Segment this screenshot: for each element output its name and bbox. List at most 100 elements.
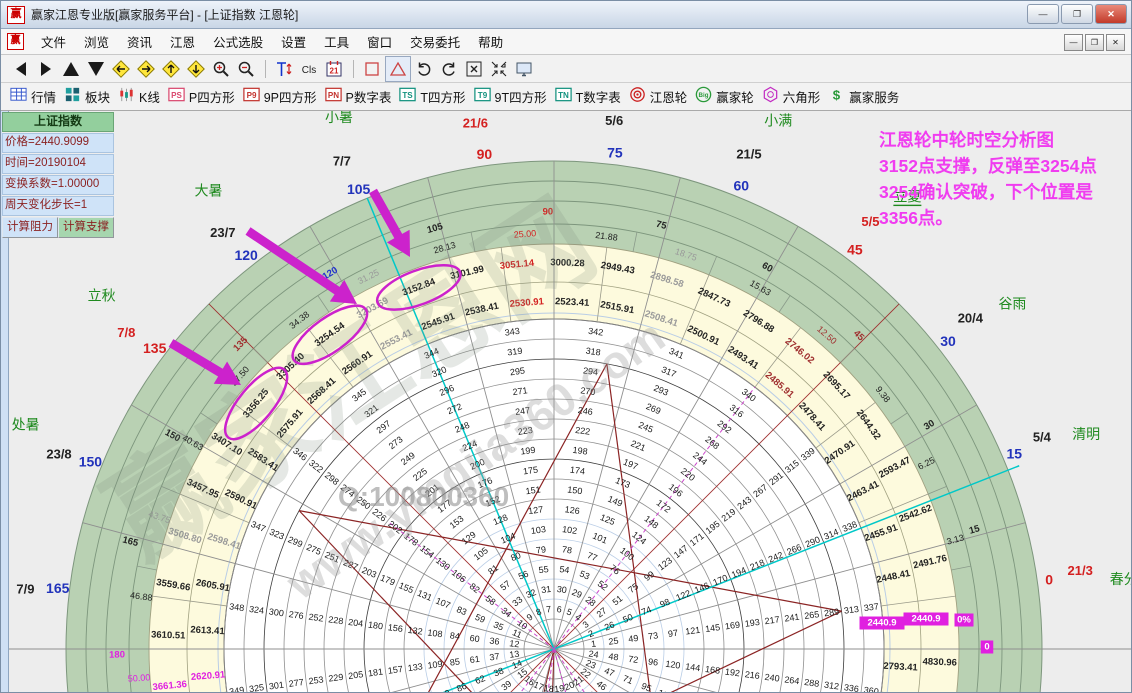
menu-item-窗口[interactable]: 窗口 <box>358 28 401 55</box>
svg-text:150: 150 <box>567 484 583 496</box>
chart-canvas[interactable]: 1234567891011121314151617181920212223242… <box>1 111 1132 693</box>
svg-text:181: 181 <box>367 667 383 679</box>
badge-icon: PS <box>167 85 186 109</box>
rotate-ccw-icon[interactable] <box>412 57 436 81</box>
mdi-close-button[interactable]: ✕ <box>1106 34 1125 51</box>
minimize-button[interactable]: — <box>1027 4 1059 24</box>
menu-item-资讯[interactable]: 资讯 <box>118 28 161 55</box>
restore-button[interactable]: ❐ <box>1061 4 1093 24</box>
svg-text:108: 108 <box>427 627 443 639</box>
svg-text:小满: 小满 <box>764 113 792 129</box>
tri-up-icon[interactable] <box>59 57 83 81</box>
mdi-restore-button[interactable]: ❐ <box>1085 34 1104 51</box>
zoom-in-icon[interactable] <box>209 57 233 81</box>
rotate-cw-icon[interactable] <box>437 57 461 81</box>
svg-text:23/8: 23/8 <box>46 447 71 462</box>
svg-text:109: 109 <box>427 659 443 671</box>
svg-text:PN: PN <box>327 90 338 99</box>
box-x-icon[interactable] <box>462 57 486 81</box>
screen-icon[interactable] <box>512 57 536 81</box>
cls-icon[interactable]: Cls <box>297 57 321 81</box>
svg-text:48: 48 <box>608 651 619 662</box>
module-T数字表[interactable]: TNT数字表 <box>554 85 621 109</box>
bk-icon <box>63 85 82 109</box>
svg-text:349: 349 <box>229 685 245 693</box>
annotation-line: 3356点。 <box>879 205 1129 231</box>
svg-text:2440.9: 2440.9 <box>911 614 940 625</box>
svg-text:0%: 0% <box>957 615 971 626</box>
calc-support-button[interactable]: 计算支撑 <box>58 217 114 238</box>
svg-text:T9: T9 <box>477 90 487 99</box>
module-六角形[interactable]: 六角形 <box>761 85 821 109</box>
menu-item-文件[interactable]: 文件 <box>32 28 75 55</box>
module-P数字表[interactable]: PNP数字表 <box>324 85 392 109</box>
svg-text:60: 60 <box>469 633 480 644</box>
menu-item-浏览[interactable]: 浏览 <box>75 28 118 55</box>
module-赢家轮[interactable]: Big赢家轮 <box>694 85 754 109</box>
svg-text:133: 133 <box>407 661 423 673</box>
calendar-icon[interactable]: 21 <box>322 57 346 81</box>
shape-triangle-icon[interactable] <box>385 56 411 82</box>
hex-icon <box>761 85 780 109</box>
svg-text:72: 72 <box>628 654 639 665</box>
nav-left-icon[interactable] <box>9 57 33 81</box>
mdi-minimize-button[interactable]: — <box>1064 34 1083 51</box>
svg-text:276: 276 <box>288 609 304 621</box>
module-9P四方形[interactable]: P99P四方形 <box>242 85 317 109</box>
zoom-out-icon[interactable] <box>234 57 258 81</box>
svg-text:145: 145 <box>705 622 721 634</box>
svg-text:265: 265 <box>804 609 820 621</box>
menu-item-公式选股[interactable]: 公式选股 <box>204 28 272 55</box>
nav-right-icon[interactable] <box>34 57 58 81</box>
svg-text:337: 337 <box>863 601 879 613</box>
calc-resistance-button[interactable]: 计算阻力 <box>2 217 58 238</box>
svg-text:立秋: 立秋 <box>88 288 116 304</box>
svg-text:60: 60 <box>734 177 750 193</box>
svg-text:240: 240 <box>764 672 780 684</box>
menu-item-工具[interactable]: 工具 <box>315 28 358 55</box>
menu-items: 文件浏览资讯江恩公式选股设置工具窗口交易委托帮助 <box>32 28 512 55</box>
svg-text:21: 21 <box>330 66 339 75</box>
svg-text:313: 313 <box>843 604 859 616</box>
diamond-right-icon[interactable] <box>134 57 158 81</box>
annotation-line: 3254确认突破，下个位置是 <box>879 179 1129 205</box>
module-板块[interactable]: 板块 <box>63 85 110 109</box>
quote-row-0: 价格=2440.9099 <box>2 133 114 153</box>
diamond-up-icon[interactable] <box>159 57 183 81</box>
module-江恩轮[interactable]: 江恩轮 <box>628 85 688 109</box>
tri-down-icon[interactable] <box>84 57 108 81</box>
diamond-down-icon[interactable] <box>184 57 208 81</box>
svg-text:30: 30 <box>940 333 956 349</box>
menu-item-交易委托[interactable]: 交易委托 <box>401 28 469 55</box>
menu-item-江恩[interactable]: 江恩 <box>161 28 204 55</box>
svg-text:37: 37 <box>489 651 500 662</box>
module-label: 9P四方形 <box>264 87 317 106</box>
menu-item-设置[interactable]: 设置 <box>272 28 315 55</box>
svg-text:216: 216 <box>744 669 760 681</box>
svg-text:174: 174 <box>569 465 585 477</box>
close-button[interactable]: ✕ <box>1095 4 1127 24</box>
module-赢家服务[interactable]: $赢家服务 <box>827 85 899 109</box>
svg-text:7/7: 7/7 <box>333 154 351 169</box>
shape-square-icon[interactable] <box>360 57 384 81</box>
svg-text:336: 336 <box>843 682 859 693</box>
svg-text:85: 85 <box>449 656 460 667</box>
window-title: 赢家江恩专业版[赢家服务平台] - [上证指数 江恩轮] <box>31 6 298 23</box>
svg-text:54: 54 <box>559 564 570 575</box>
center-arrows-icon[interactable] <box>487 57 511 81</box>
module-T四方形[interactable]: TST四方形 <box>398 85 465 109</box>
menu-item-帮助[interactable]: 帮助 <box>469 28 512 55</box>
svg-text:7/9: 7/9 <box>16 581 34 596</box>
diamond-left-icon[interactable] <box>109 57 133 81</box>
svg-text:25: 25 <box>608 636 619 647</box>
annotation-line: 3152点支撑，反弹至3254点 <box>879 153 1129 179</box>
svg-text:324: 324 <box>248 604 264 616</box>
module-P四方形[interactable]: PSP四方形 <box>167 85 235 109</box>
module-行情[interactable]: 行情 <box>9 85 56 109</box>
svg-text:127: 127 <box>528 504 544 516</box>
module-K线[interactable]: K线 <box>117 85 160 109</box>
svg-text:105: 105 <box>347 181 371 197</box>
time-updown-icon[interactable] <box>272 57 296 81</box>
main-toolbar: Cls 21 <box>1 55 1131 83</box>
module-9T四方形[interactable]: T99T四方形 <box>473 85 547 109</box>
